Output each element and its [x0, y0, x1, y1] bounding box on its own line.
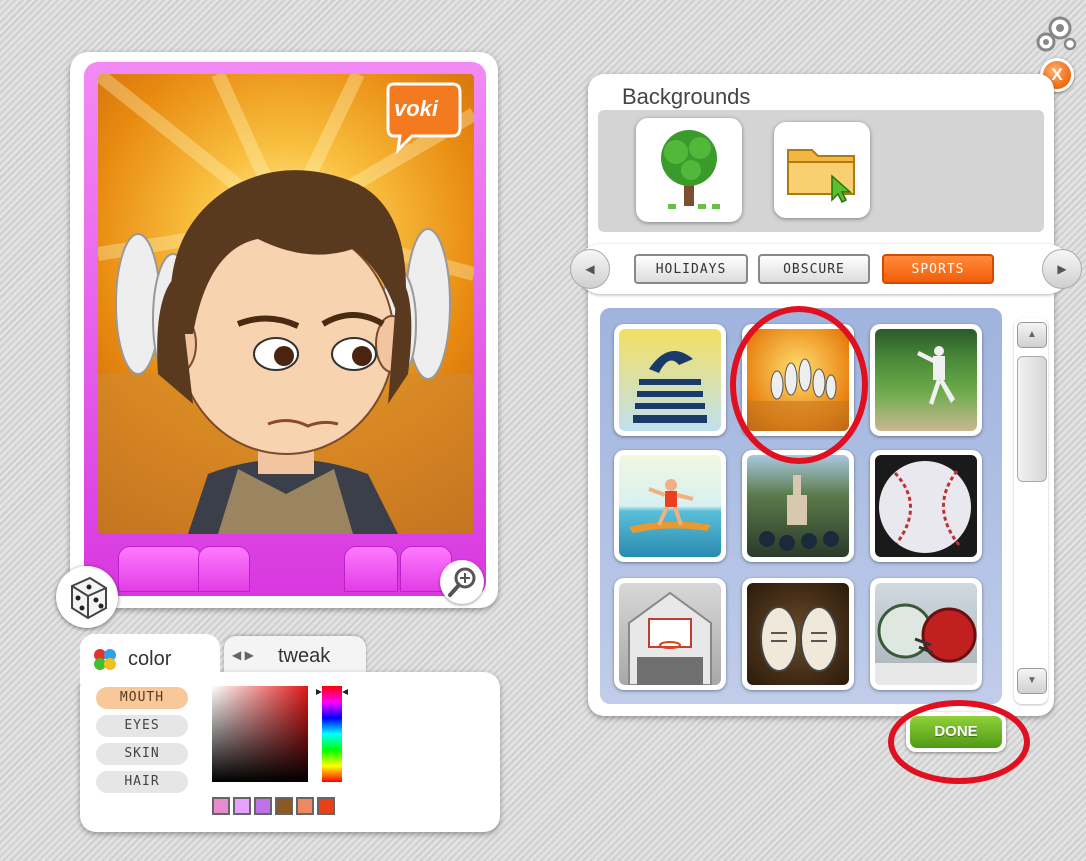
- color-swatch[interactable]: [296, 797, 314, 815]
- folder-upload-icon: [787, 149, 855, 204]
- voki-logo-text: voki: [394, 96, 439, 121]
- hue-slider-handle[interactable]: [316, 682, 348, 695]
- thumbnail-cheerleaders[interactable]: [742, 450, 854, 562]
- part-button-hair[interactable]: HAIR: [96, 771, 188, 793]
- thumbnail-bowling-pins[interactable]: [742, 324, 854, 436]
- done-button-label: DONE: [910, 716, 1002, 748]
- stock-backgrounds-button[interactable]: [636, 118, 742, 222]
- part-button-skin[interactable]: SKIN: [96, 743, 188, 765]
- avatar-option-tab[interactable]: [118, 546, 202, 592]
- avatar-option-tabs: [112, 546, 452, 592]
- category-obscure[interactable]: OBSCURE: [758, 254, 870, 284]
- backgrounds-title: Backgrounds: [622, 84, 751, 109]
- color-palette-icon: [92, 646, 118, 672]
- tree-icon: [661, 130, 720, 209]
- upload-background-button[interactable]: [774, 122, 870, 218]
- color-swatch[interactable]: [233, 797, 251, 815]
- thumbnail-football-helmets[interactable]: [870, 578, 982, 690]
- tab-tweak-label: tweak: [278, 645, 331, 667]
- category-prev-button[interactable]: ◀: [570, 249, 610, 289]
- color-swatch[interactable]: [317, 797, 335, 815]
- color-swatch[interactable]: [275, 797, 293, 815]
- thumbnail-baseball-ball[interactable]: [870, 450, 982, 562]
- done-button[interactable]: DONE: [906, 712, 1006, 752]
- hue-slider[interactable]: [322, 686, 342, 782]
- settings-gear-icon[interactable]: [1030, 14, 1080, 54]
- scrollbar-thumb[interactable]: [1017, 356, 1047, 482]
- thumbnail-baseball-pitcher[interactable]: [870, 324, 982, 436]
- tweak-arrows-icon: ◀ ▶: [232, 648, 254, 662]
- part-button-mouth[interactable]: MOUTH: [96, 687, 188, 709]
- thumbnail-sneakers[interactable]: [742, 578, 854, 690]
- randomize-dice-icon[interactable]: [56, 566, 118, 628]
- category-holidays[interactable]: HOLIDAYS: [634, 254, 748, 284]
- color-swatch[interactable]: [254, 797, 272, 815]
- part-button-eyes[interactable]: EYES: [96, 715, 188, 737]
- color-picker-square[interactable]: [212, 686, 308, 782]
- category-next-button[interactable]: ▶: [1042, 249, 1082, 289]
- avatar-option-tab[interactable]: [198, 546, 250, 592]
- thumbnail-surfer[interactable]: [614, 450, 726, 562]
- thumbnail-basketball-hoop[interactable]: [614, 578, 726, 690]
- color-swatches: [212, 797, 338, 815]
- voki-logo-badge: voki: [382, 82, 464, 155]
- thumbnail-stairs-silhouette[interactable]: [614, 324, 726, 436]
- zoom-icon[interactable]: [440, 560, 484, 604]
- color-swatch[interactable]: [212, 797, 230, 815]
- category-sports[interactable]: SPORTS: [882, 254, 994, 284]
- avatar-preview: voki: [98, 74, 474, 534]
- scroll-down-button[interactable]: ▼: [1017, 668, 1047, 694]
- avatar-option-tab[interactable]: [344, 546, 398, 592]
- tab-color-label: color: [128, 648, 172, 670]
- scroll-up-button[interactable]: ▲: [1017, 322, 1047, 348]
